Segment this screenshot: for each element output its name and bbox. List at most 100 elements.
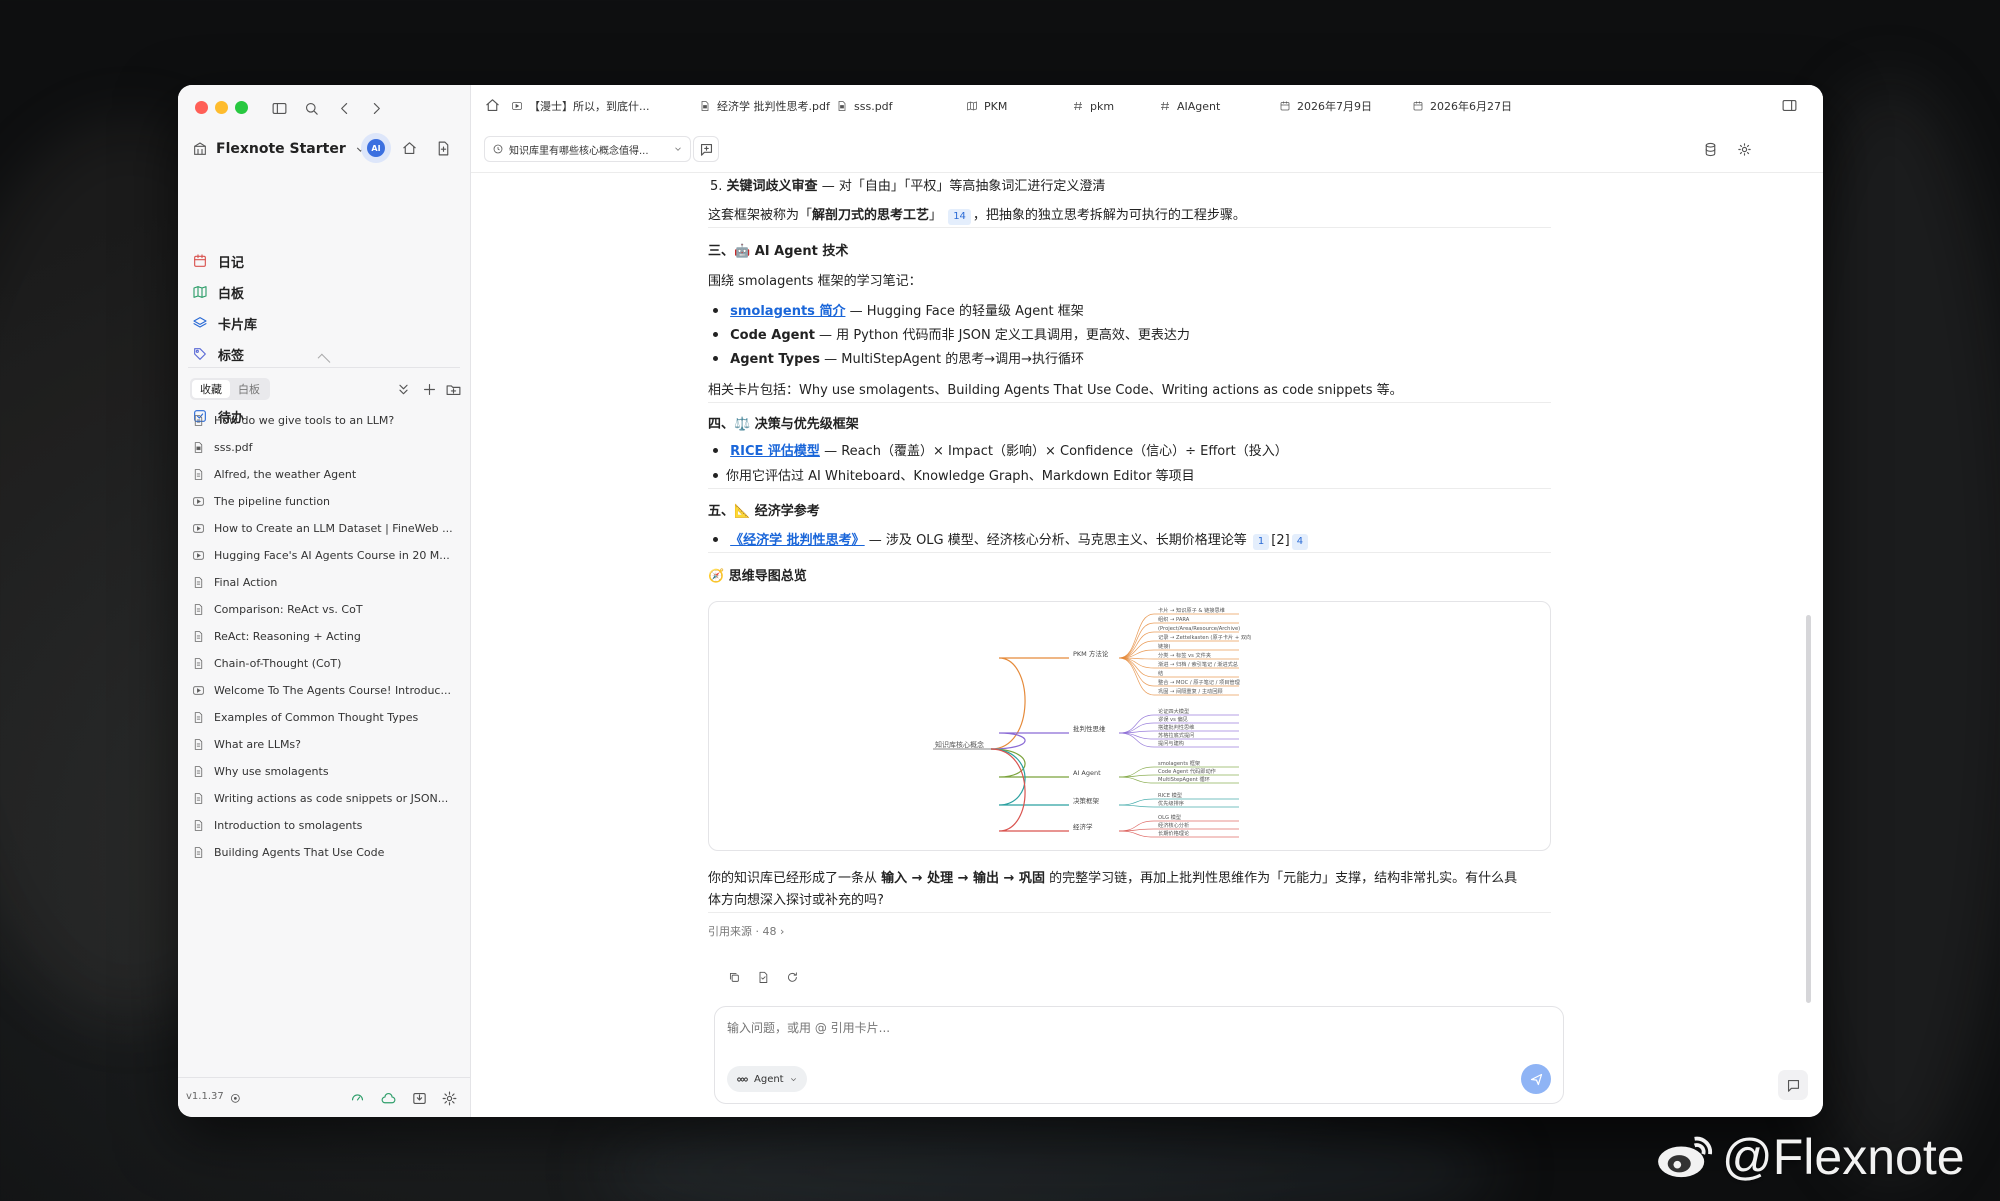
send-button[interactable] (1521, 1064, 1551, 1094)
copy-icon[interactable] (724, 967, 745, 988)
collapse-handle[interactable] (317, 353, 331, 367)
list-item[interactable]: Final Action (192, 569, 462, 596)
list-item[interactable]: The pipeline function (192, 488, 462, 515)
video-icon (193, 551, 204, 560)
sidebar-item-label: 白板 (218, 286, 245, 302)
list-item-label: How do we give tools to an LLM? (214, 414, 395, 427)
mindmap-leaf-label: smolagents 框架 (1158, 759, 1200, 767)
tab-favorites[interactable]: 收藏 (192, 380, 230, 398)
list-item[interactable]: Welcome To The Agents Course! Introduc..… (192, 677, 462, 704)
history-icon (493, 144, 503, 154)
note-link[interactable]: RICE 评估模型 (730, 444, 820, 459)
new-folder-icon[interactable] (440, 376, 466, 402)
bold-text: Code Agent (730, 328, 815, 343)
agent-mode-selector[interactable]: Agent (727, 1066, 807, 1092)
download-icon[interactable] (406, 1085, 432, 1111)
bold-text: Agent Types (730, 352, 820, 367)
tab-2[interactable]: sss.pdf (836, 96, 893, 116)
update-icon[interactable] (226, 1089, 244, 1107)
list-item[interactable]: Examples of Common Thought Types (192, 704, 462, 731)
forward-icon[interactable] (363, 95, 389, 121)
mindmap-leaf-label: 谬误 vs 偏见 (1158, 715, 1188, 723)
document-icon (194, 631, 203, 642)
add-icon[interactable] (416, 376, 442, 402)
sidebar-toggle-icon[interactable] (266, 95, 292, 121)
regenerate-icon[interactable] (782, 967, 803, 988)
document-icon (194, 658, 203, 669)
citation-badge[interactable]: 14 (948, 209, 971, 225)
sync-status-icon[interactable] (344, 1085, 370, 1111)
sidebar-item-2[interactable]: 卡片库 (192, 309, 257, 337)
close-window-button[interactable] (195, 101, 208, 114)
mindmap-leaf-label: 分类 → 标签 vs 文件夹 (1158, 651, 1211, 659)
list-item[interactable]: Writing actions as code snippets or JSON… (192, 785, 462, 812)
numbered-item: 5. 关键词歧义审查 — 对「自由」「平权」等高抽象词汇进行定义澄清 (710, 175, 1105, 194)
chat-input[interactable] (727, 1017, 1547, 1039)
sidebar-item-0[interactable]: 日记 (192, 247, 244, 275)
cloud-icon[interactable] (375, 1085, 401, 1111)
list-item[interactable]: Why use smolagents (192, 758, 462, 785)
conversation-selector[interactable]: 知识库里有哪些核心概念值得... (484, 136, 691, 162)
feedback-icon[interactable] (1778, 1070, 1808, 1100)
chat-input-box: Agent (714, 1006, 1564, 1104)
new-chat-icon[interactable] (693, 136, 719, 162)
tab-whiteboard[interactable]: 白板 (230, 380, 268, 398)
references-toggle[interactable]: 引用来源 · 48 › (708, 923, 784, 939)
collapse-all-icon[interactable] (390, 376, 416, 402)
text: ，把抽象的独立思考拆解为可执行的工程步骤。 (972, 208, 1246, 223)
search-icon[interactable] (298, 95, 324, 121)
tab-1[interactable]: 经济学 批判性思考.pdf (699, 96, 830, 116)
note-link[interactable]: 《经济学 批判性思考》 (730, 533, 865, 548)
workspace-switcher[interactable]: Flexnote Starter (192, 137, 367, 161)
mindmap-branch-label: PKM 方法论 (1073, 649, 1109, 658)
list-item[interactable]: How to Create an LLM Dataset | FineWeb .… (192, 515, 462, 542)
list-item[interactable]: Hugging Face's AI Agents Course in 20 M.… (192, 542, 462, 569)
ai-button[interactable]: AI (361, 133, 391, 163)
note-link[interactable]: smolagents 简介 (730, 304, 845, 319)
list-item[interactable]: Chain-of-Thought (CoT) (192, 650, 462, 677)
settings-icon[interactable] (436, 1085, 462, 1111)
right-panel-toggle-icon[interactable] (1776, 92, 1802, 118)
home-tab-icon[interactable] (479, 92, 505, 118)
sidebar-item-3[interactable]: 标签 (192, 340, 244, 368)
list-item[interactable]: Building Agents That Use Code (192, 839, 462, 866)
list-item[interactable]: ReAct: Reasoning + Acting (192, 623, 462, 650)
sidebar-footer: v1.1.37 (178, 1077, 470, 1117)
tab-4[interactable]: pkm (1072, 96, 1114, 116)
tab-5[interactable]: AIAgent (1159, 96, 1220, 116)
database-icon[interactable] (1697, 136, 1723, 162)
bold-text: 输入 → 处理 → 输出 → 巩固 (881, 871, 1045, 886)
list-item-label: sss.pdf (214, 441, 253, 454)
main-scrollbar[interactable] (1806, 615, 1811, 1003)
zoom-window-button[interactable] (235, 101, 248, 114)
mindmap-leaf-label: 提问与建构 (1158, 739, 1184, 747)
citation-text[interactable]: [2] (1271, 533, 1289, 548)
sidebar: Flexnote Starter AI 日记白板卡片库标签高亮待办 收藏 白板 … (178, 85, 471, 1117)
conversation-title: 知识库里有哪些核心概念值得... (509, 145, 649, 157)
list-item[interactable]: sss.pdf (192, 434, 462, 461)
new-note-icon[interactable] (430, 135, 456, 161)
tab-6[interactable]: 2026年7月9日 (1279, 96, 1372, 116)
sidebar-item-1[interactable]: 白板 (192, 278, 244, 306)
save-card-icon[interactable] (753, 967, 774, 988)
tab-3[interactable]: PKM (966, 96, 1007, 116)
list-item[interactable]: How do we give tools to an LLM? (192, 407, 462, 434)
mindmap-card[interactable]: 知识库核心概念 PKM 方法论 卡片 → 知识原子 & 链接思维 组织 → PARA (… (708, 601, 1551, 851)
mindmap-branch-label: 经济学 (1073, 822, 1093, 831)
mindmap-branch-label: 决策框架 (1073, 796, 1100, 805)
item-text: — 对「自由」「平权」等高抽象词汇进行定义澄清 (817, 179, 1106, 194)
list-item[interactable]: What are LLMs? (192, 731, 462, 758)
home-icon[interactable] (396, 135, 422, 161)
citation-badge[interactable]: 4 (1291, 534, 1309, 550)
list-item-label: Final Action (214, 576, 278, 589)
chat-settings-icon[interactable] (1731, 136, 1757, 162)
list-item[interactable]: Introduction to smolagents (192, 812, 462, 839)
tab-0[interactable]: 【漫士】所以，到底什... (511, 96, 650, 116)
minimize-window-button[interactable] (215, 101, 228, 114)
list-item[interactable]: Comparison: ReAct vs. CoT (192, 596, 462, 623)
list-item[interactable]: Alfred, the weather Agent (192, 461, 462, 488)
calendar-icon (1413, 101, 1423, 111)
tab-7[interactable]: 2026年6月27日 (1412, 96, 1512, 116)
citation-badge[interactable]: 1 (1252, 534, 1270, 550)
back-icon[interactable] (331, 95, 357, 121)
